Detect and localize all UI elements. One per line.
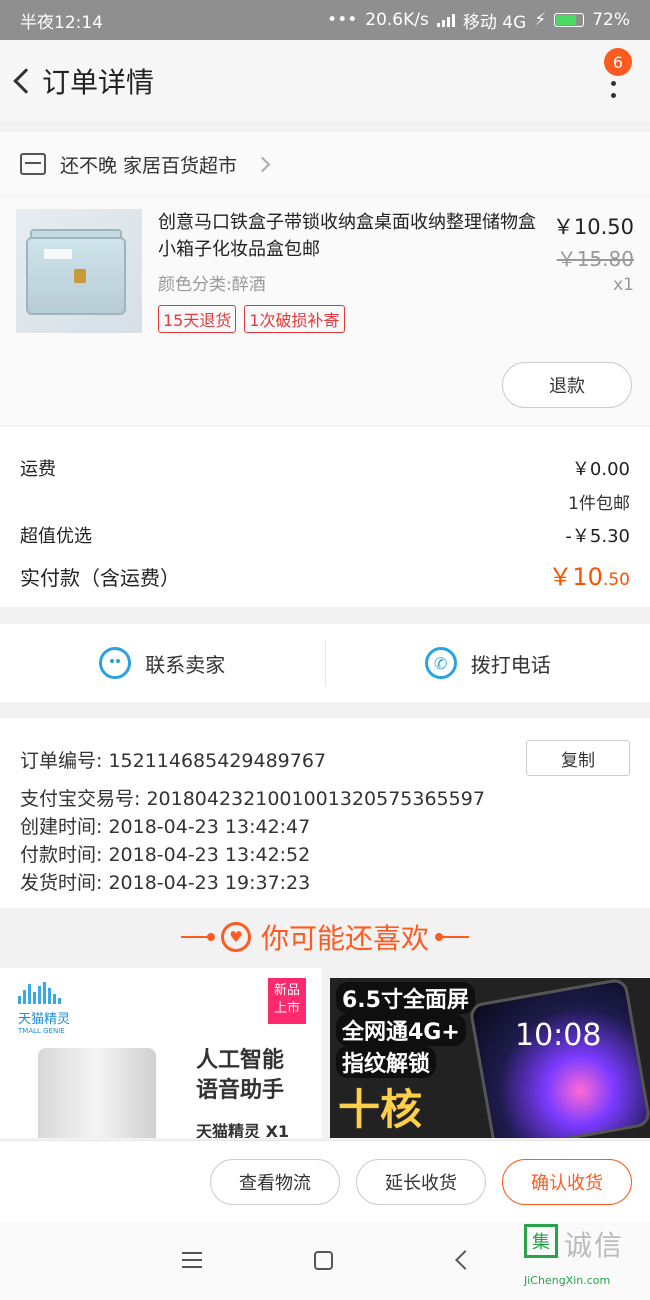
total-amount: ￥10.50 (548, 557, 630, 592)
decor-line (180, 933, 215, 941)
extend-receipt-button[interactable]: 延长收货 (356, 1158, 486, 1205)
promo-line2: 全网通4G+ (336, 1014, 466, 1046)
discount-row: 超值优选 -￥5.30 (20, 522, 630, 548)
recommend-left-product: 天猫精灵 X1 (196, 1122, 290, 1138)
paid-time: 付款时间: 2018-04-23 13:42:52 (20, 844, 311, 866)
view-logistics-button[interactable]: 查看物流 (210, 1158, 340, 1205)
signal-icon (436, 13, 455, 27)
shop-row[interactable]: 还不晚 家居百货超市 (0, 132, 650, 196)
status-bar: 半夜12:14 ••• 20.6K/s 移动 4G ⚡ 72% (0, 0, 650, 40)
speaker-image (38, 1048, 156, 1138)
watermark: 集 诚信 JiChengXin.com (524, 1224, 640, 1296)
status-right: ••• 20.6K/s 移动 4G ⚡ 72% (327, 8, 630, 33)
watermark-url: JiChengXin.com (524, 1274, 611, 1287)
recommend-title: ♥ 你可能还喜欢 (0, 908, 650, 966)
recommend-left-headline: 人工智能 语音助手 (196, 1046, 306, 1106)
recommend-card-phone[interactable]: 10:08 6.5寸全面屏 全网通4G+ 指纹解锁 十核 (330, 978, 650, 1138)
confirm-receipt-button[interactable]: 确认收货 (502, 1158, 632, 1205)
product-quantity: x1 (613, 275, 634, 295)
network-speed: 20.6K/s (365, 10, 429, 30)
notification-badge: 6 (604, 48, 632, 76)
product-original-price: ￥15.80 (556, 247, 634, 271)
shipping-value: ￥0.00 (571, 459, 630, 480)
contact-seller-button[interactable]: 联系卖家 (0, 624, 325, 702)
recommend-title-text: 你可能还喜欢 (260, 922, 429, 955)
heart-icon: ♥ (220, 922, 251, 952)
new-tag-line1: 新品 (273, 983, 300, 998)
watermark-text: 诚信 (564, 1229, 625, 1262)
recommend-card-tmall-genie[interactable]: 天猫精灵 TMALL GENIE 新品 上市 人工智能 语音助手 天猫精灵 X1 (0, 968, 322, 1138)
decor-line (435, 933, 469, 941)
copy-button[interactable]: 复制 (526, 740, 630, 776)
created-time: 创建时间: 2018-04-23 13:42:47 (20, 816, 311, 838)
total-row: 实付款（含运费） ￥10.50 (20, 557, 630, 592)
order-actions: 查看物流 延长收货 确认收货 (0, 1140, 650, 1222)
contact-seller-label: 联系卖家 (145, 652, 226, 677)
product-price: ￥10.50 (552, 215, 634, 239)
brand-name: 天猫精灵 (18, 1012, 71, 1027)
chat-face-icon (99, 647, 132, 679)
product-card: 创意马口铁盒子带锁收纳盒桌面收纳整理储物盒小箱子化妆品盒包邮 颜色分类:醉酒 1… (0, 197, 650, 425)
shipped-time: 发货时间: 2018-04-23 19:37:23 (20, 872, 311, 894)
charging-icon: ⚡ (534, 10, 547, 30)
product-title[interactable]: 创意马口铁盒子带锁收纳盒桌面收纳整理储物盒小箱子化妆品盒包邮 (158, 209, 538, 263)
back-icon[interactable] (455, 1250, 475, 1270)
contact-bar: 联系卖家 ✆ 拨打电话 (0, 624, 650, 702)
service-tags: 15天退货 1次破损补寄 (158, 305, 345, 333)
page-title: 订单详情 (42, 65, 155, 99)
product-image[interactable] (16, 209, 142, 333)
chevron-right-icon (254, 156, 271, 172)
tag-return[interactable]: 15天退货 (158, 305, 237, 333)
shop-icon (20, 153, 46, 175)
watermark-logo: 集 (524, 1224, 558, 1258)
battery-icon (554, 13, 585, 27)
discount-label: 超值优选 (20, 526, 92, 547)
shop-name: 还不晚 家居百货超市 (60, 154, 238, 177)
menu-icon[interactable] (182, 1252, 202, 1268)
promo-line1: 6.5寸全面屏 (336, 982, 475, 1014)
headline-line1: 人工智能 (196, 1048, 285, 1073)
call-button[interactable]: ✆ 拨打电话 (326, 624, 650, 702)
app-header: 订单详情 6 (0, 40, 650, 122)
phone-image (468, 978, 650, 1138)
promo-line3: 指纹解锁 (336, 1046, 437, 1078)
promo-big-text: 十核 (338, 1085, 423, 1134)
brand-name-en: TMALL GENIE (18, 1027, 65, 1035)
shipping-row: 运费 ￥0.00 (20, 455, 630, 481)
carrier: 移动 4G (462, 12, 527, 33)
shipping-note: 1件包邮 (568, 494, 630, 514)
refund-button[interactable]: 退款 (502, 362, 632, 408)
order-info: 订单编号: 152114685429489767 复制 支付宝交易号: 2018… (0, 718, 650, 908)
order-number: 订单编号: 152114685429489767 (20, 750, 327, 772)
phone-icon: ✆ (424, 647, 457, 679)
product-variant: 颜色分类:醉酒 (158, 275, 266, 295)
system-nav-bar: 集 诚信 JiChengXin.com (0, 1222, 650, 1300)
back-button[interactable] (0, 40, 40, 122)
total-amount-decimal: .50 (602, 570, 630, 590)
total-amount-int: ￥10 (548, 563, 603, 591)
fee-summary: 运费 ￥0.00 1件包邮 超值优选 -￥5.30 实付款（含运费） ￥10.5… (0, 427, 650, 607)
total-label: 实付款（含运费） (20, 566, 180, 590)
headline-line2: 语音助手 (196, 1078, 285, 1103)
discount-value: -￥5.30 (565, 526, 630, 547)
home-icon[interactable] (314, 1251, 333, 1270)
tag-damage-resend[interactable]: 1次破损补寄 (244, 305, 345, 333)
alipay-number: 支付宝交易号: 2018042321001001320575365597 (20, 788, 485, 810)
battery-level: 72% (592, 10, 630, 30)
chevron-left-icon (13, 67, 39, 94)
new-tag-line2: 上市 (273, 1001, 300, 1016)
tmall-genie-logo: 天猫精灵 TMALL GENIE (18, 982, 70, 1035)
dots-icon: ••• (327, 10, 358, 30)
shipping-label: 运费 (20, 459, 56, 480)
new-arrival-tag: 新品 上市 (268, 978, 306, 1024)
call-label: 拨打电话 (470, 652, 551, 677)
phone-screen-time: 10:08 (515, 1018, 602, 1053)
status-time: 半夜12:14 (20, 12, 103, 33)
